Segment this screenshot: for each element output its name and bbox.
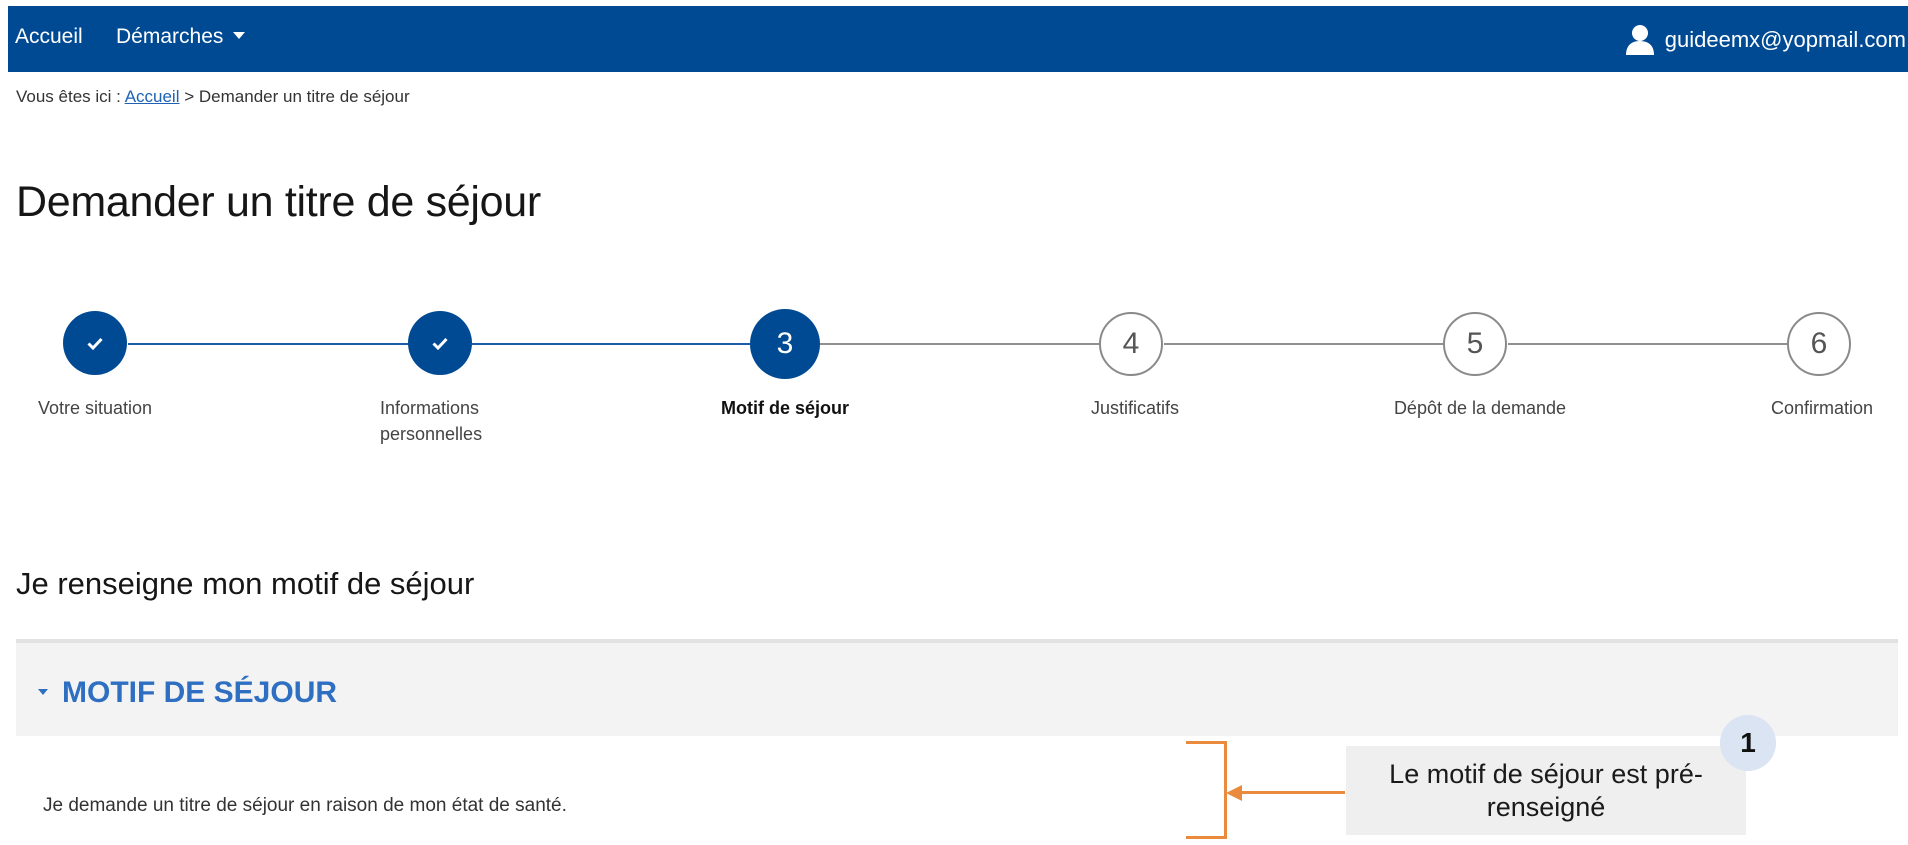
step-3-circle[interactable]: 3 (750, 309, 820, 379)
step-connector (1508, 343, 1790, 345)
step-connector (472, 343, 758, 345)
user-account-menu[interactable]: guideemx@yopmail.com (1625, 24, 1906, 56)
nav-demarches-label: Démarches (116, 25, 224, 48)
step-4-circle[interactable]: 4 (1099, 312, 1163, 376)
breadcrumb-separator: > (184, 87, 195, 106)
step-4-label: Justificatifs (1090, 398, 1180, 418)
nav-home-link[interactable]: Accueil (15, 25, 83, 49)
breadcrumb-home-link[interactable]: Accueil (125, 87, 180, 106)
motif-description: Je demande un titre de séjour en raison … (43, 795, 567, 816)
checkmark-icon (432, 337, 448, 350)
breadcrumb: Vous êtes ici : Accueil > Demander un ti… (16, 87, 410, 107)
step-6-circle[interactable]: 6 (1787, 312, 1851, 376)
motif-accordion[interactable]: MOTIF DE SÉJOUR (16, 639, 1898, 736)
step-6-label: Confirmation (1770, 398, 1874, 418)
step-3-label: Motif de séjour (720, 398, 849, 418)
step-connector (820, 343, 1102, 345)
annotation-badge: 1 (1720, 715, 1776, 771)
user-email: guideemx@yopmail.com (1664, 27, 1906, 52)
caret-down-icon (233, 31, 246, 39)
annotation-text: Le motif de séjour est pré-renseigné (1389, 758, 1703, 822)
annotation-arrow-line (1240, 791, 1345, 794)
step-connector (1164, 343, 1446, 345)
page-title: Demander un titre de séjour (16, 178, 541, 226)
step-2-circle[interactable] (408, 311, 472, 375)
caret-down-icon (38, 689, 48, 695)
checkmark-icon (87, 337, 103, 350)
section-title: Je renseigne mon motif de séjour (16, 566, 475, 601)
step-1-circle[interactable] (63, 311, 127, 375)
nav-demarches-menu[interactable]: Démarches (116, 25, 246, 49)
step-connector (128, 343, 410, 345)
user-icon (1625, 25, 1654, 55)
breadcrumb-current: Demander un titre de séjour (198, 87, 410, 106)
breadcrumb-prefix: Vous êtes ici : (16, 87, 121, 106)
step-5-label: Dépôt de la demande (1393, 398, 1567, 418)
top-navigation-bar: Accueil Démarches guideemx@yopmail.com (8, 6, 1908, 72)
step-2-label: Informations personnelles (380, 398, 483, 444)
accordion-title[interactable]: MOTIF DE SÉJOUR (62, 676, 337, 710)
step-1-label: Votre situation (37, 398, 153, 418)
annotation-callout: Le motif de séjour est pré-renseigné (1346, 746, 1746, 835)
step-5-circle[interactable]: 5 (1443, 312, 1507, 376)
annotation-bracket (1186, 741, 1227, 839)
